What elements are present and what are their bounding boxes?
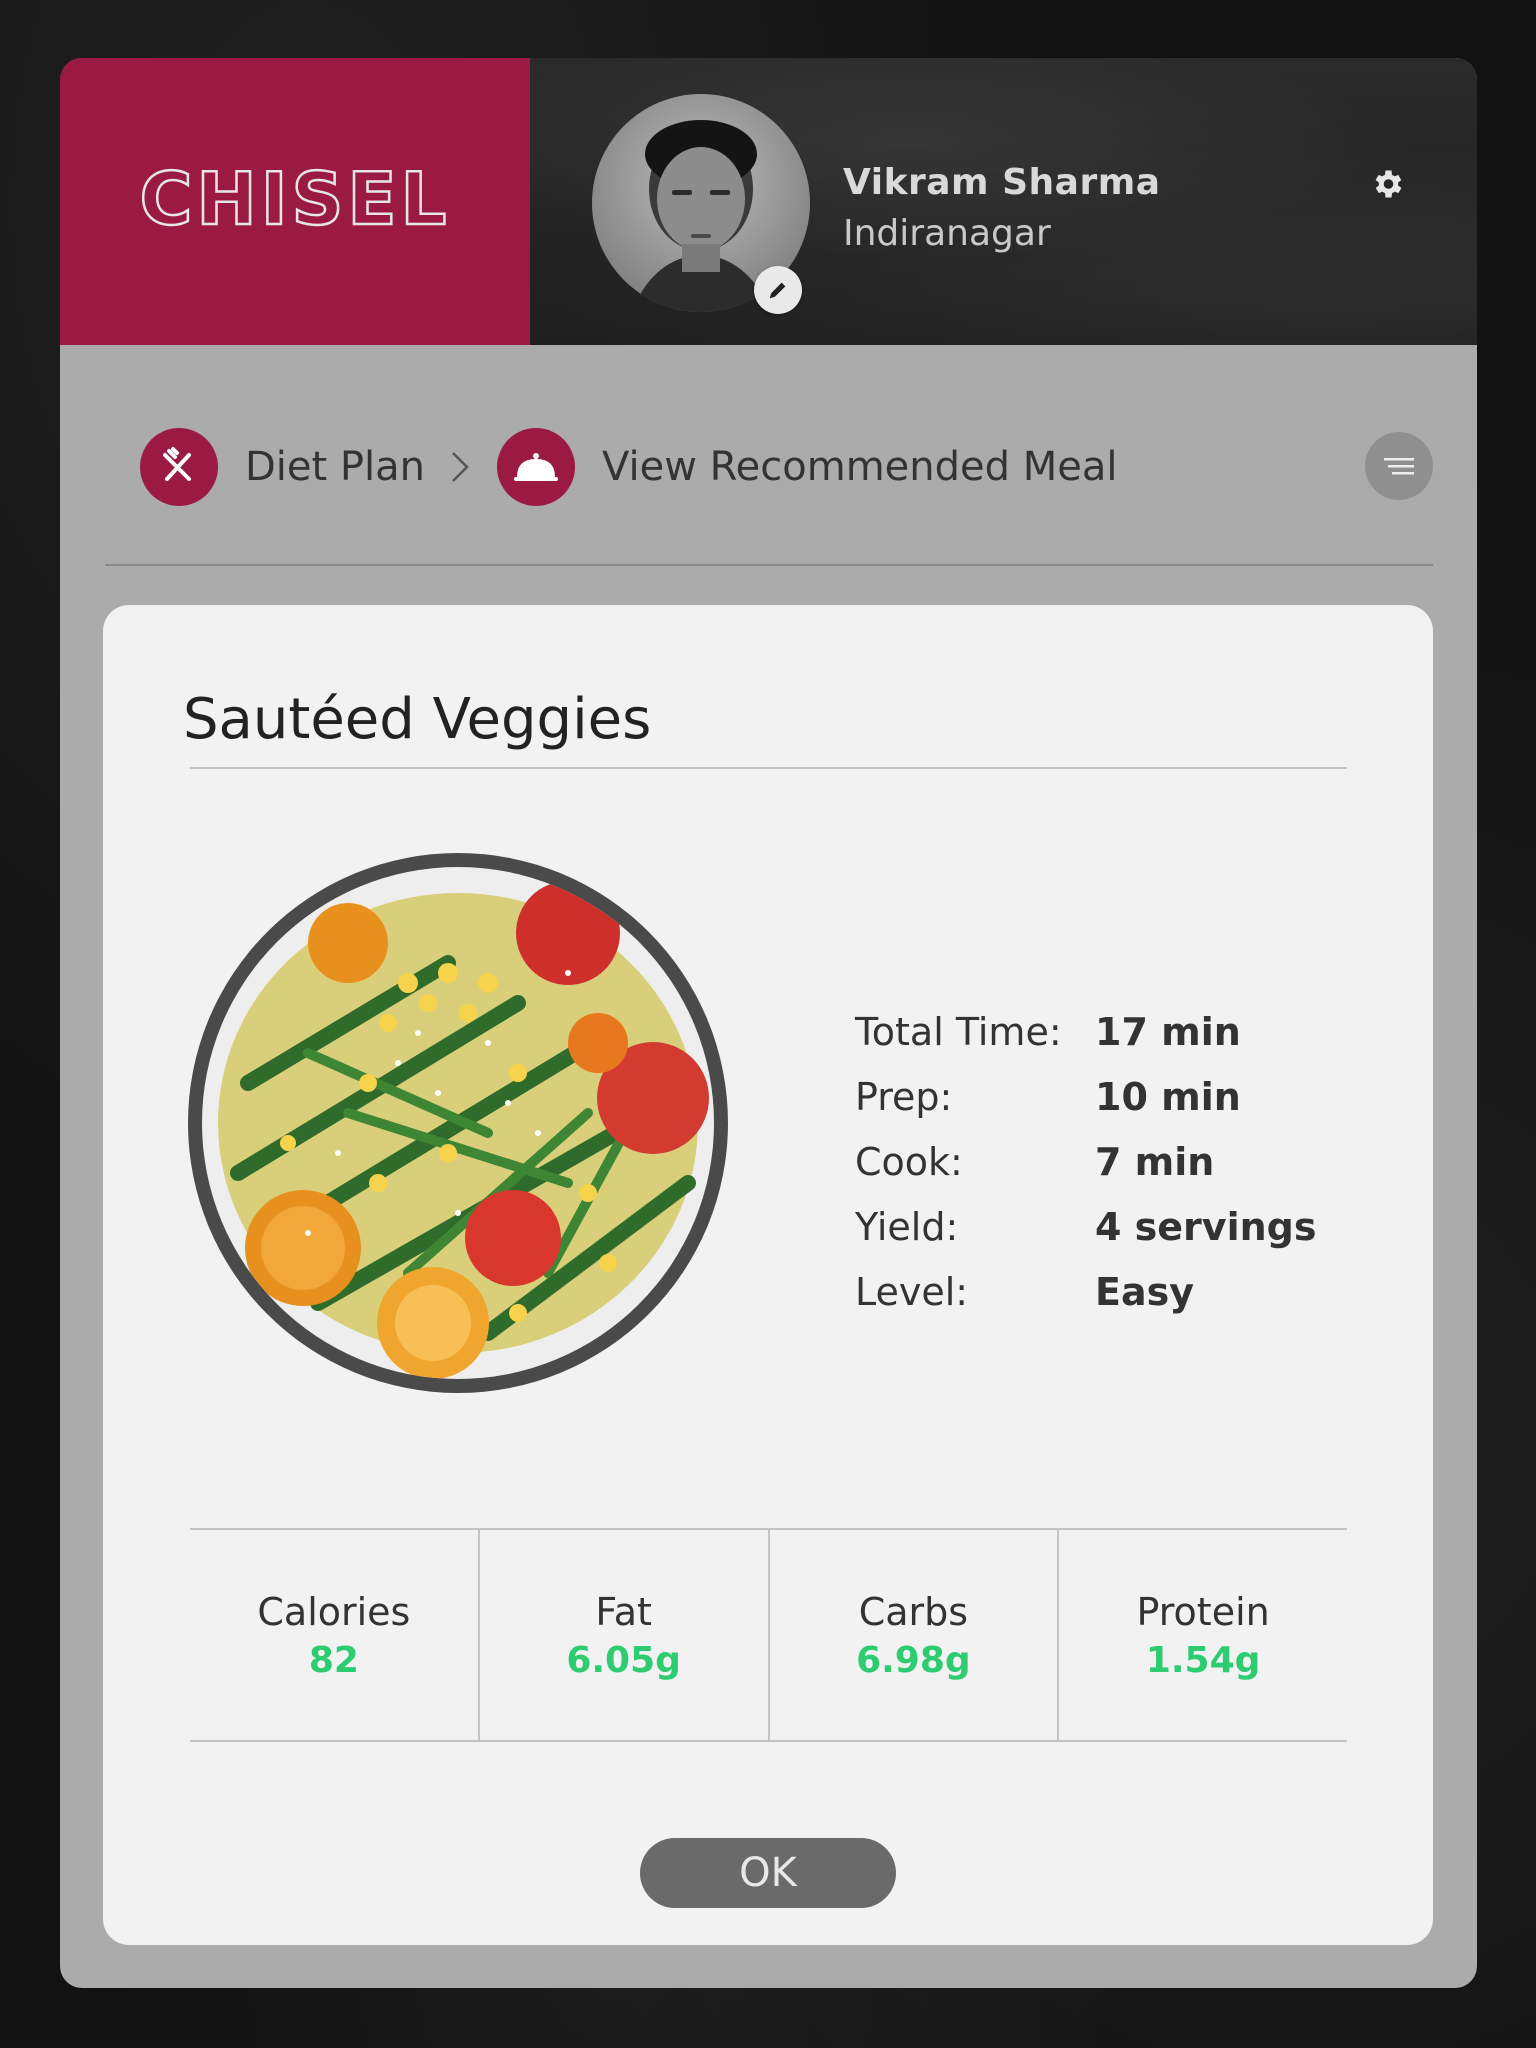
nutrition-value: 6.05g	[566, 1639, 681, 1681]
meal-details: Total Time: 17 min Prep: 10 min Cook: 7 …	[855, 999, 1316, 1324]
detail-value: 7 min	[1095, 1139, 1215, 1184]
menu-lines-glyph	[1384, 458, 1414, 475]
nutrition-value: 1.54g	[1145, 1639, 1261, 1681]
brand-logo-block: CHISEL	[60, 58, 530, 345]
detail-value: 4 servings	[1095, 1204, 1317, 1249]
nutrition-calories: Calories 82	[190, 1530, 480, 1740]
header: CHISEL Vikram Sharma Indiranagar	[60, 58, 1477, 345]
detail-label: Prep:	[855, 1074, 953, 1119]
detail-prep: Prep: 10 min	[855, 1064, 1316, 1129]
breadcrumb: Diet Plan View Recommended Meal	[140, 426, 1117, 508]
detail-yield: Yield: 4 servings	[855, 1194, 1316, 1259]
ok-button[interactable]: OK	[640, 1838, 896, 1908]
chevron-right-icon	[449, 449, 471, 485]
title-divider	[190, 767, 1347, 769]
nutrition-label: Calories	[257, 1589, 411, 1634]
detail-label: Total Time:	[855, 1009, 1062, 1054]
meal-card: Sautéed Veggies Total Time: 17 min Prep:…	[103, 605, 1433, 1945]
nutrition-protein: Protein 1.54g	[1059, 1530, 1347, 1740]
fork-knife-icon[interactable]	[140, 428, 218, 506]
nutrition-label: Carbs	[858, 1589, 969, 1634]
app-window: CHISEL Vikram Sharma Indiranagar Diet Pl…	[60, 58, 1477, 1988]
nutrition-carbs: Carbs 6.98g	[770, 1530, 1060, 1740]
svg-text:CHISEL: CHISEL	[140, 162, 451, 241]
meal-photo-illustration	[202, 867, 714, 1379]
detail-label: Yield:	[855, 1204, 959, 1249]
meal-title: Sautéed Veggies	[183, 687, 652, 752]
detail-value: 17 min	[1095, 1009, 1241, 1054]
detail-label: Cook:	[855, 1139, 963, 1184]
pencil-icon	[769, 282, 786, 299]
detail-value: 10 min	[1095, 1074, 1241, 1119]
detail-total-time: Total Time: 17 min	[855, 999, 1316, 1064]
detail-label: Level:	[855, 1269, 969, 1314]
nutrition-label: Fat	[595, 1589, 652, 1634]
gear-icon[interactable]	[1369, 166, 1405, 202]
meal-photo	[188, 853, 728, 1393]
nutrition-value: 6.98g	[856, 1639, 971, 1681]
fork-knife-glyph	[163, 447, 191, 481]
detail-cook: Cook: 7 min	[855, 1129, 1316, 1194]
nutrition-table: Calories 82 Fat 6.05g Carbs 6.98g Protei…	[190, 1528, 1347, 1742]
nutrition-value: 82	[308, 1639, 359, 1681]
section-divider	[105, 564, 1433, 566]
edit-avatar-button[interactable]	[754, 266, 802, 314]
chisel-logo: CHISEL	[138, 162, 451, 242]
detail-value: Easy	[1095, 1269, 1194, 1314]
detail-level: Level: Easy	[855, 1259, 1316, 1324]
cloche-glyph	[514, 453, 559, 481]
meal-cloche-icon[interactable]	[497, 428, 576, 506]
breadcrumb-diet-plan[interactable]: Diet Plan	[245, 444, 425, 490]
breadcrumb-view-recommended-meal[interactable]: View Recommended Meal	[602, 444, 1117, 490]
nutrition-fat: Fat 6.05g	[480, 1530, 770, 1740]
menu-lines-icon[interactable]	[1365, 432, 1433, 500]
user-name: Vikram Sharma	[843, 162, 1161, 203]
user-location: Indiranagar	[843, 213, 1051, 254]
nutrition-label: Protein	[1136, 1589, 1270, 1634]
